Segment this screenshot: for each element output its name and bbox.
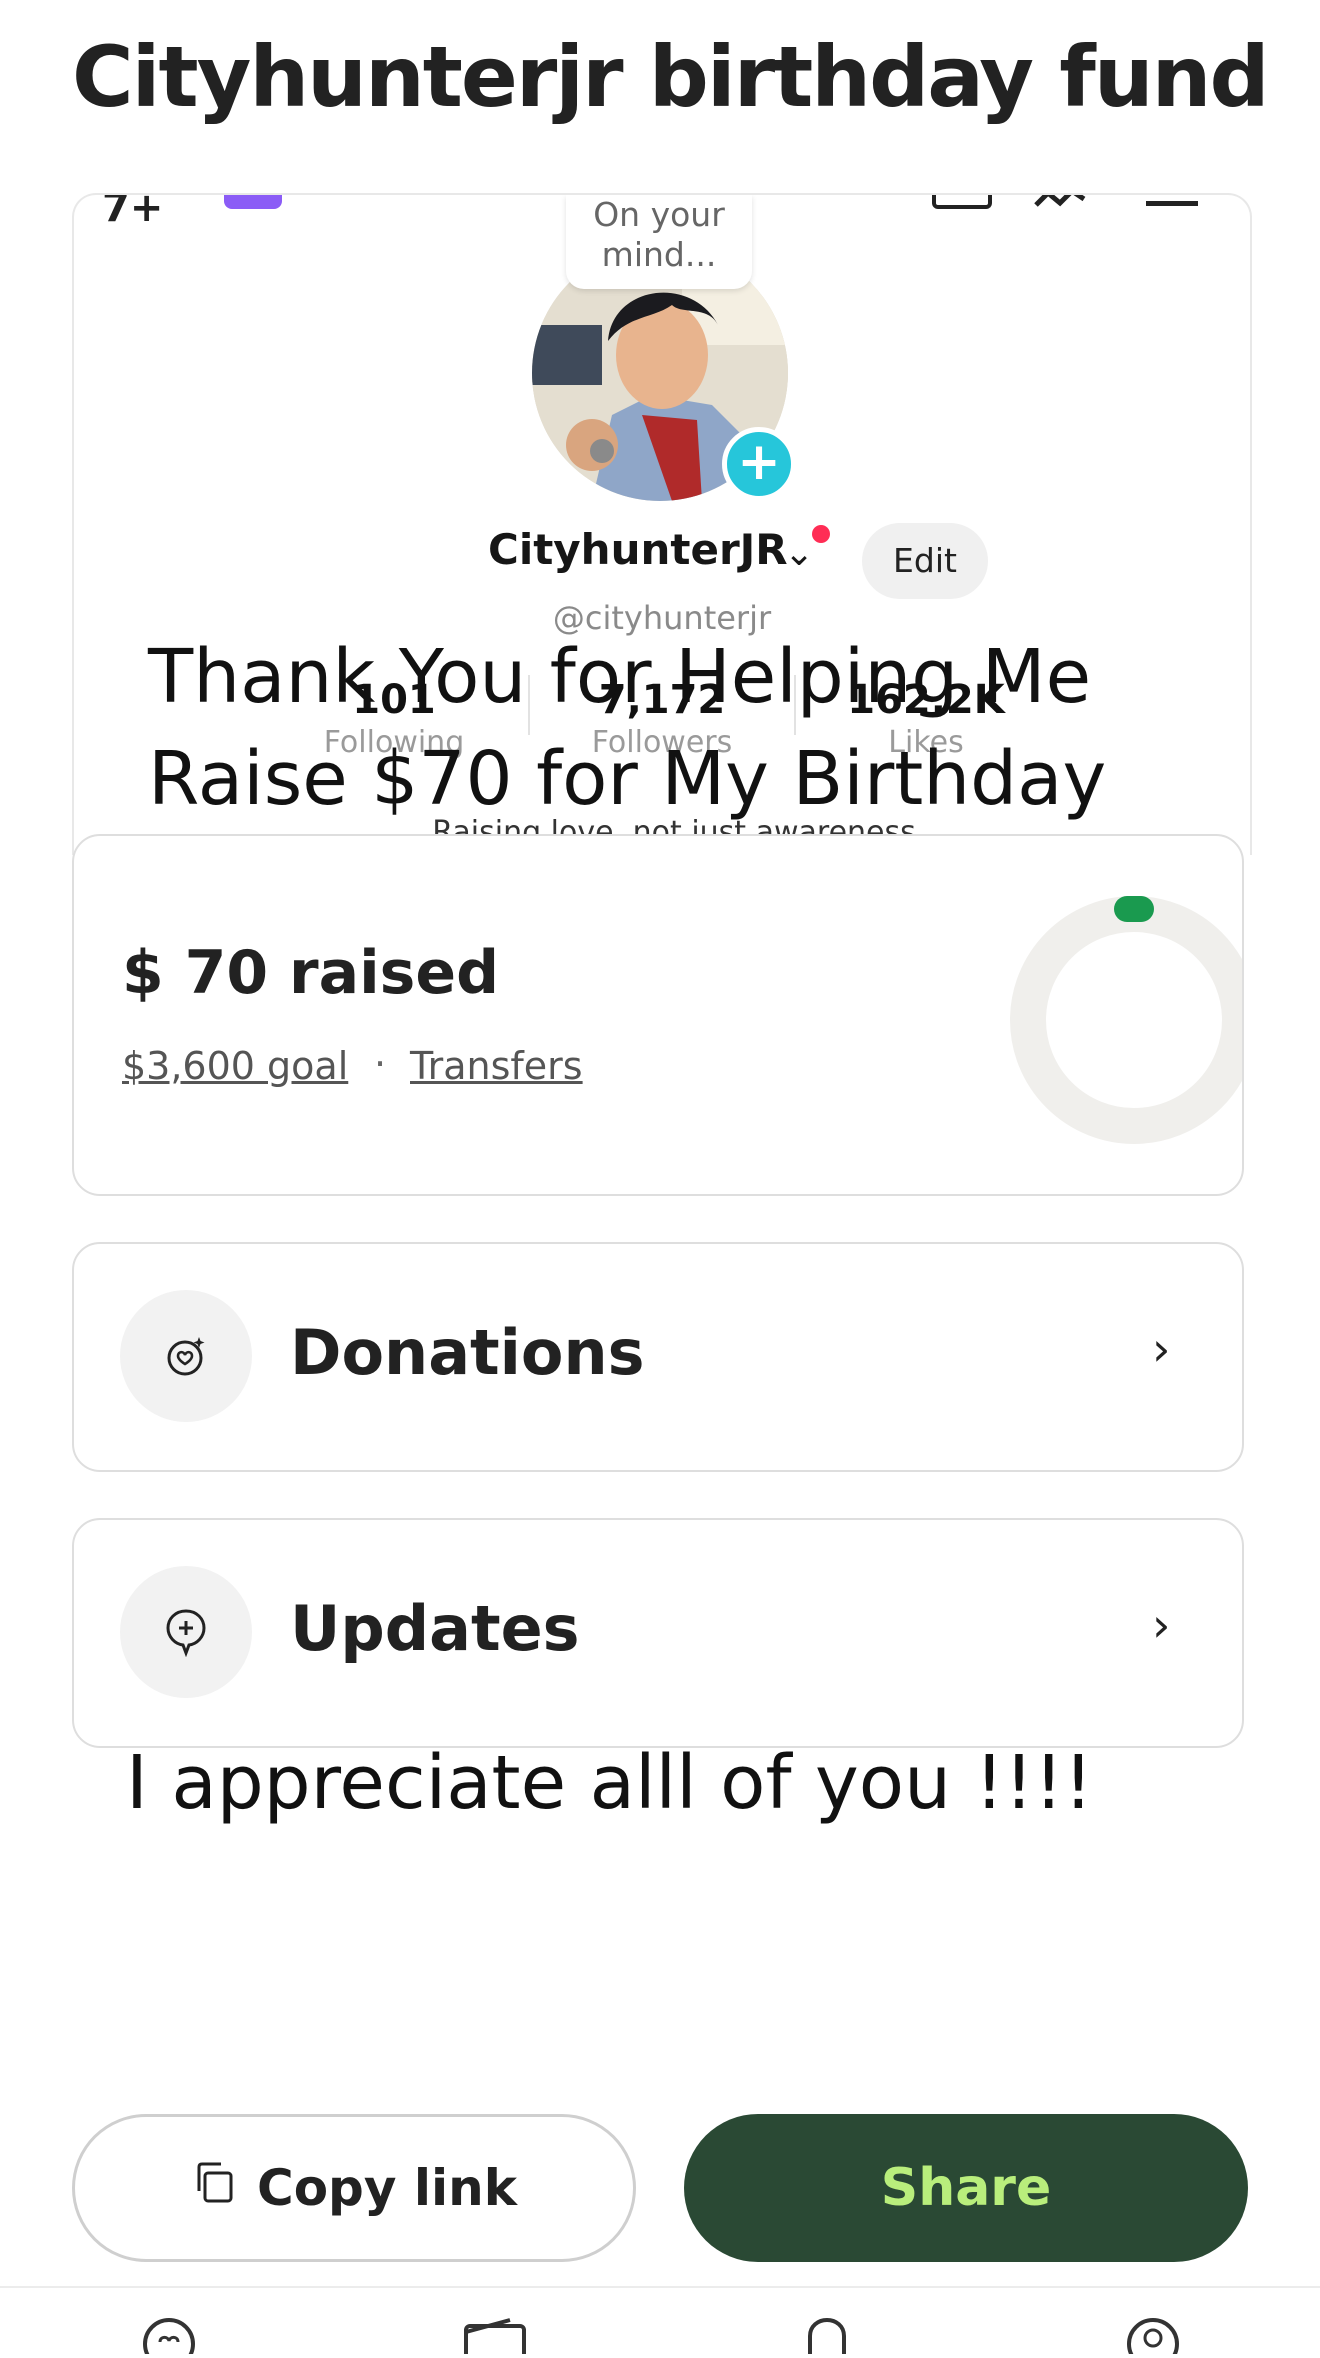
thought-bubble: On your mind... (566, 195, 752, 289)
goal-link[interactable]: $3,600 goal (122, 1044, 348, 1088)
heart-sparkle-icon (120, 1290, 252, 1422)
profile-username: CityhunterJR (488, 525, 788, 574)
activity-icon (1034, 195, 1086, 207)
updates-row[interactable]: Updates › (72, 1518, 1244, 1748)
transfers-link[interactable]: Transfers (410, 1044, 583, 1088)
heart-tab-icon[interactable] (134, 2314, 204, 2358)
donations-label: Donations (290, 1316, 645, 1389)
menu-icon (1146, 201, 1198, 206)
chevron-right-icon: › (1152, 1598, 1171, 1652)
fund-progress-card: $ 70 raised $3,600 goal · Transfers (72, 834, 1244, 1196)
inbox-icon (932, 195, 992, 209)
chevron-down-icon: ⌄ (784, 533, 815, 574)
purple-badge (224, 195, 282, 209)
copy-icon (191, 2159, 237, 2217)
share-button[interactable]: Share (684, 2114, 1248, 2262)
copy-link-label: Copy link (257, 2159, 517, 2217)
progress-ring-fill (1114, 896, 1154, 922)
amount-raised: $ 70 raised (122, 938, 500, 1008)
bell-tab-icon[interactable] (792, 2314, 862, 2354)
link-separator: · (374, 1042, 387, 1086)
page-title: Cityhunterjr birthday fund (72, 28, 1270, 126)
appreciation-message: I appreciate alll of you !!!! (126, 1740, 1094, 1826)
copy-link-button[interactable]: Copy link (72, 2114, 636, 2262)
overlay-line-1: Thank You for Helping Me (148, 634, 1092, 720)
progress-ring (1010, 896, 1242, 1144)
edit-profile-button: Edit (862, 523, 988, 599)
updates-label: Updates (290, 1592, 580, 1665)
top-glyph: 7+ (102, 193, 164, 231)
chevron-right-icon: › (1152, 1322, 1171, 1376)
overlay-line-2: Raise $70 for My Birthday (148, 736, 1107, 822)
add-avatar-icon: + (722, 427, 796, 501)
notification-dot (812, 525, 830, 543)
bottom-navigation (0, 2286, 1320, 2358)
profile-tab-icon[interactable] (1118, 2314, 1188, 2358)
donations-row[interactable]: Donations › (72, 1242, 1244, 1472)
wallet-tab-icon[interactable] (460, 2314, 530, 2358)
add-comment-icon (120, 1566, 252, 1698)
overlay-caption: Thank You for Helping Me Raise $70 for M… (148, 626, 1106, 830)
